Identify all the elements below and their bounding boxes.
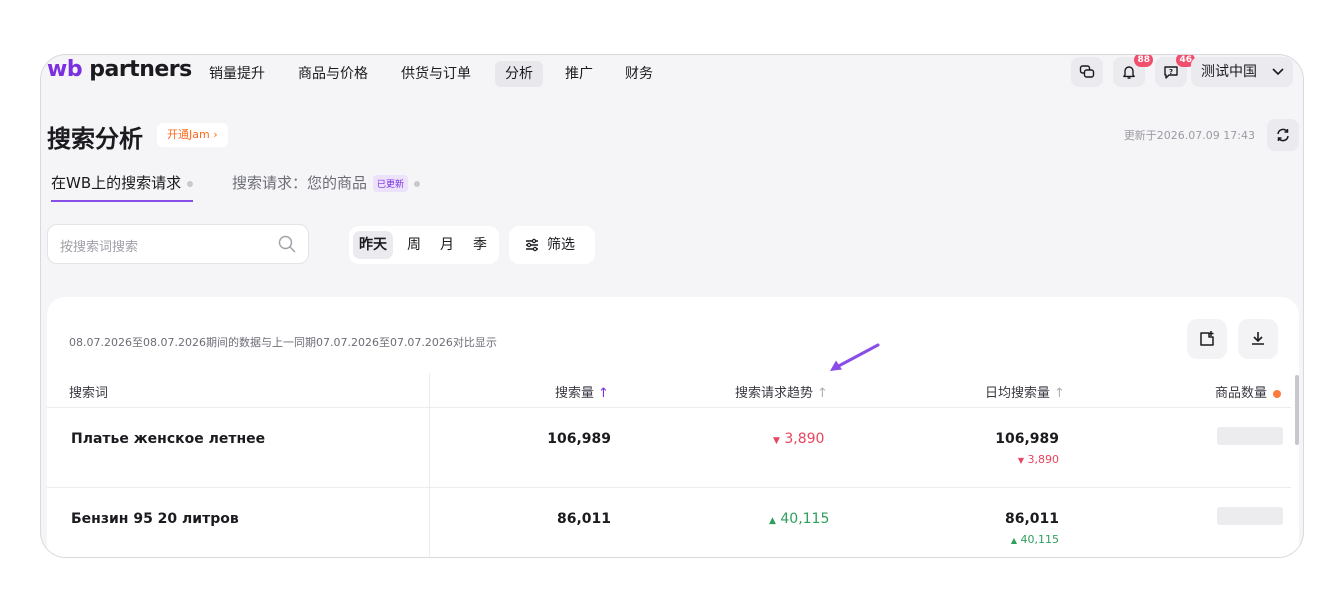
blurred-product-count [1217, 507, 1283, 525]
table-row-volume: 106,989 [547, 431, 611, 447]
header-divider [47, 407, 1291, 408]
wb-partners-logo[interactable]: wb partners [47, 57, 192, 82]
period-option-quarter[interactable]: 季 [467, 231, 493, 259]
info-dot-icon [187, 180, 194, 187]
table-row-term[interactable]: Платье женское летнее [71, 431, 265, 447]
chevron-down-icon [1272, 68, 1284, 76]
table-row-daily-change: ▲ 40,115 [1010, 533, 1059, 546]
table-row-trend: ▼ 3,890 [773, 431, 825, 447]
note-add-icon [1200, 331, 1214, 346]
chat-bubbles-icon [1079, 65, 1095, 78]
search-icon [278, 235, 296, 253]
column-divider [429, 373, 430, 557]
nav-item-products-prices[interactable]: 商品与价格 [288, 61, 378, 87]
period-option-month[interactable]: 月 [434, 231, 460, 259]
user-name: 测试中国 [1201, 64, 1257, 80]
nav-item-promotion[interactable]: 推广 [555, 61, 603, 87]
search-input[interactable]: 按搜索词搜索 [47, 224, 309, 264]
nav-item-analytics[interactable]: 分析 [495, 61, 543, 87]
column-header-term[interactable]: 搜索词 [69, 382, 108, 401]
blurred-product-count [1217, 427, 1283, 445]
table-row-trend: ▲ 40,115 [769, 511, 830, 527]
table-row-term[interactable]: Бензин 95 20 литров [71, 511, 239, 527]
top-navigation: wb partners 销量提升 商品与价格 供货与订单 分析 推广 财务 88… [41, 55, 1303, 95]
refresh-icon [1277, 128, 1289, 142]
period-option-yesterday[interactable]: 昨天 [353, 231, 393, 259]
bell-icon [1123, 66, 1135, 79]
nav-item-supply-orders[interactable]: 供货与订单 [391, 61, 481, 87]
sort-arrow-up-icon: ↑ [817, 386, 828, 401]
add-note-button[interactable] [1187, 319, 1227, 359]
column-header-products[interactable]: 商品数量 [1215, 382, 1282, 401]
nav-item-finance[interactable]: 财务 [615, 61, 663, 87]
refresh-button[interactable] [1267, 119, 1299, 151]
updated-badge: 已更新 [373, 175, 409, 192]
search-placeholder: 按搜索词搜索 [60, 240, 139, 255]
trend-up-icon: ▲ [769, 516, 776, 526]
filter-button[interactable]: 筛选 [509, 226, 595, 264]
download-button[interactable] [1238, 319, 1278, 359]
download-icon [1252, 332, 1264, 345]
nav-item-sales-growth[interactable]: 销量提升 [199, 61, 275, 87]
question-bubble-icon: ? [1164, 66, 1178, 79]
notifications-button[interactable]: 88 [1113, 55, 1153, 87]
period-selector: 昨天 周 月 季 [349, 226, 499, 264]
column-header-volume[interactable]: 搜索量 ↑ [555, 382, 609, 401]
table-row-daily: 86,011 [1004, 511, 1059, 527]
trend-down-icon: ▼ [1017, 456, 1024, 465]
user-menu[interactable]: 测试中国 [1191, 57, 1293, 87]
chevron-right-icon: › [213, 128, 218, 141]
table-scrollbar[interactable] [1295, 375, 1299, 445]
sliders-icon [526, 238, 538, 252]
trend-up-icon: ▲ [1010, 536, 1017, 545]
search-table-card: 08.07.2026至08.07.2026期间的数据与上一同期07.07.202… [47, 297, 1299, 557]
tab-wb-search-queries[interactable]: 在WB上的搜索请求 [51, 172, 194, 202]
tab-your-products-queries[interactable]: 搜索请求：您的商品 已更新 [232, 172, 421, 202]
jam-upgrade-button[interactable]: 开通Jam › [157, 123, 228, 147]
page-title: 搜索分析 [47, 125, 143, 153]
notifications-badge: 88 [1134, 55, 1153, 67]
sort-arrow-up-icon: ↑ [1054, 386, 1065, 401]
column-header-trend[interactable]: 搜索请求趋势 ↑ [735, 382, 828, 401]
period-option-week[interactable]: 周 [401, 231, 427, 259]
chat-button[interactable] [1071, 57, 1103, 87]
annotation-arrow-icon [830, 343, 880, 371]
table-row-daily-change: ▼ 3,890 [1017, 453, 1059, 466]
status-dot-icon [1273, 389, 1282, 398]
column-header-daily[interactable]: 日均搜索量 ↑ [985, 382, 1065, 401]
table-row-daily: 106,989 [995, 431, 1059, 447]
info-dot-icon [414, 180, 421, 187]
row-divider [47, 487, 1291, 488]
period-comparison-note: 08.07.2026至08.07.2026期间的数据与上一同期07.07.202… [69, 336, 497, 349]
app-window: wb partners 销量提升 商品与价格 供货与订单 分析 推广 财务 88… [40, 54, 1304, 558]
messages-button[interactable]: ? 46 [1155, 55, 1195, 87]
trend-down-icon: ▼ [773, 436, 780, 446]
updated-timestamp: 更新于2026.07.09 17:43 [1123, 129, 1255, 142]
table-row-volume: 86,011 [556, 511, 611, 527]
sort-arrow-up-icon: ↑ [598, 386, 609, 401]
svg-text:?: ? [1169, 68, 1173, 76]
